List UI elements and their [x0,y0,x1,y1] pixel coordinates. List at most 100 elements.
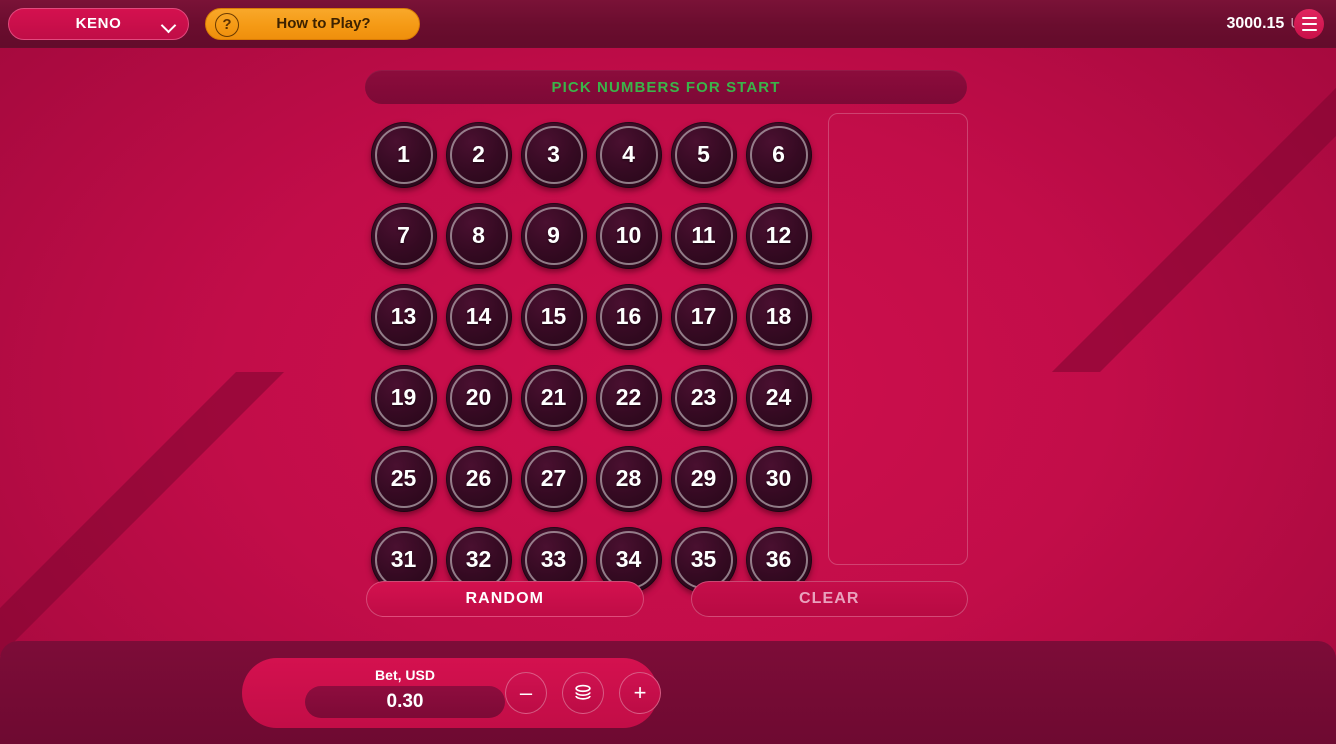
number-cell: 7 [366,195,441,276]
number-ball-5[interactable]: 5 [670,121,737,188]
number-cell: 1 [366,114,441,195]
bet-amount-value: 0.30 [386,691,424,712]
number-ball-label: 24 [765,384,792,410]
number-ball-17[interactable]: 17 [670,283,737,350]
number-ball-label: 5 [697,141,710,167]
plus-icon: + [633,680,647,705]
number-ball-10[interactable]: 10 [595,202,662,269]
hamburger-menu-icon[interactable] [1294,9,1324,39]
random-button-label: RANDOM [465,590,545,607]
game-selector-dropdown[interactable]: KENO [8,7,189,40]
number-cell: 15 [516,276,591,357]
number-cell: 21 [516,357,591,438]
bet-decrease-button[interactable]: – [505,672,547,714]
number-ball-26[interactable]: 26 [445,445,512,512]
number-ball-24[interactable]: 24 [745,364,812,431]
number-ball-label: 34 [615,546,642,572]
balance-amount: 3000.15 [1226,14,1285,32]
number-ball-label: 6 [772,141,785,167]
number-ball-30[interactable]: 30 [745,445,812,512]
number-ball-9[interactable]: 9 [520,202,587,269]
number-ball-27[interactable]: 27 [520,445,587,512]
bet-chips-button[interactable] [562,672,604,714]
number-ball-13[interactable]: 13 [370,283,437,350]
number-ball-3[interactable]: 3 [520,121,587,188]
game-selector-label: KENO [75,15,122,32]
number-ball-label: 10 [615,222,642,248]
coin-stack-icon [575,684,591,700]
number-ball-7[interactable]: 7 [370,202,437,269]
number-cell: 13 [366,276,441,357]
number-ball-2[interactable]: 2 [445,121,512,188]
drawn-numbers-panel [828,113,968,565]
number-ball-21[interactable]: 21 [520,364,587,431]
number-ball-6[interactable]: 6 [745,121,812,188]
number-cell: 8 [441,195,516,276]
number-ball-label: 35 [690,546,717,572]
bet-amount-input[interactable]: 0.30 [305,686,505,718]
number-ball-20[interactable]: 20 [445,364,512,431]
number-ball-label: 12 [765,222,792,248]
number-ball-label: 32 [465,546,492,572]
number-ball-16[interactable]: 16 [595,283,662,350]
number-ball-label: 19 [390,384,417,410]
number-ball-label: 23 [690,384,717,410]
status-message: PICK NUMBERS FOR START [551,78,781,96]
number-ball-label: 16 [615,303,642,329]
bet-label: Bet, USD [375,667,435,683]
number-ball-8[interactable]: 8 [445,202,512,269]
number-ball-18[interactable]: 18 [745,283,812,350]
board-actions: RANDOM CLEAR [366,581,968,617]
clear-button[interactable]: CLEAR [690,581,968,617]
number-ball-12[interactable]: 12 [745,202,812,269]
number-ball-14[interactable]: 14 [445,283,512,350]
number-cell: 5 [666,114,741,195]
number-ball-label: 27 [540,465,567,491]
number-cell: 25 [366,438,441,519]
number-ball-23[interactable]: 23 [670,364,737,431]
number-cell: 27 [516,438,591,519]
number-ball-4[interactable]: 4 [595,121,662,188]
number-ball-label: 9 [547,222,560,248]
number-ball-label: 18 [765,303,792,329]
number-ball-1[interactable]: 1 [370,121,437,188]
number-ball-label: 36 [765,546,792,572]
how-to-play-button[interactable]: ? How to Play? [205,7,420,40]
number-cell: 24 [741,357,816,438]
number-ball-28[interactable]: 28 [595,445,662,512]
number-board: 1 2 3 4 5 6 7 8 9 10 11 12 13 14 15 16 17 18 19 20 21 22 23 24 2… [366,114,816,600]
bet-increase-button[interactable]: + [619,672,661,714]
hamburger-line [1301,22,1317,26]
number-cell: 12 [741,195,816,276]
number-ball-label: 11 [691,222,716,248]
number-ball-label: 1 [397,141,410,167]
number-cell: 26 [441,438,516,519]
number-cell: 11 [666,195,741,276]
number-cell: 23 [666,357,741,438]
game-stage: PICK NUMBERS FOR START 1 2 3 4 5 6 7 8 9 10 11 12 13… [0,48,1336,635]
number-ball-label: 33 [540,546,567,572]
number-ball-label: 21 [540,384,567,410]
number-cell: 16 [591,276,666,357]
number-cell: 29 [666,438,741,519]
number-ball-label: 3 [547,141,560,167]
minus-icon: – [519,680,533,705]
number-ball-25[interactable]: 25 [370,445,437,512]
number-ball-15[interactable]: 15 [520,283,587,350]
random-button[interactable]: RANDOM [366,581,644,617]
number-ball-label: 20 [465,384,492,410]
number-cell: 30 [741,438,816,519]
question-mark-icon: ? [215,12,239,37]
number-ball-label: 29 [690,465,717,491]
number-cell: 3 [516,114,591,195]
number-ball-label: 31 [390,546,417,572]
top-bar: KENO ? How to Play? 3000.15 USD [0,0,1336,48]
status-banner: PICK NUMBERS FOR START [365,70,967,104]
number-ball-11[interactable]: 11 [670,202,737,269]
number-ball-22[interactable]: 22 [595,364,662,431]
number-ball-label: 8 [472,222,485,248]
number-ball-label: 7 [397,222,410,248]
number-ball-19[interactable]: 19 [370,364,437,431]
number-ball-29[interactable]: 29 [670,445,737,512]
number-cell: 9 [516,195,591,276]
